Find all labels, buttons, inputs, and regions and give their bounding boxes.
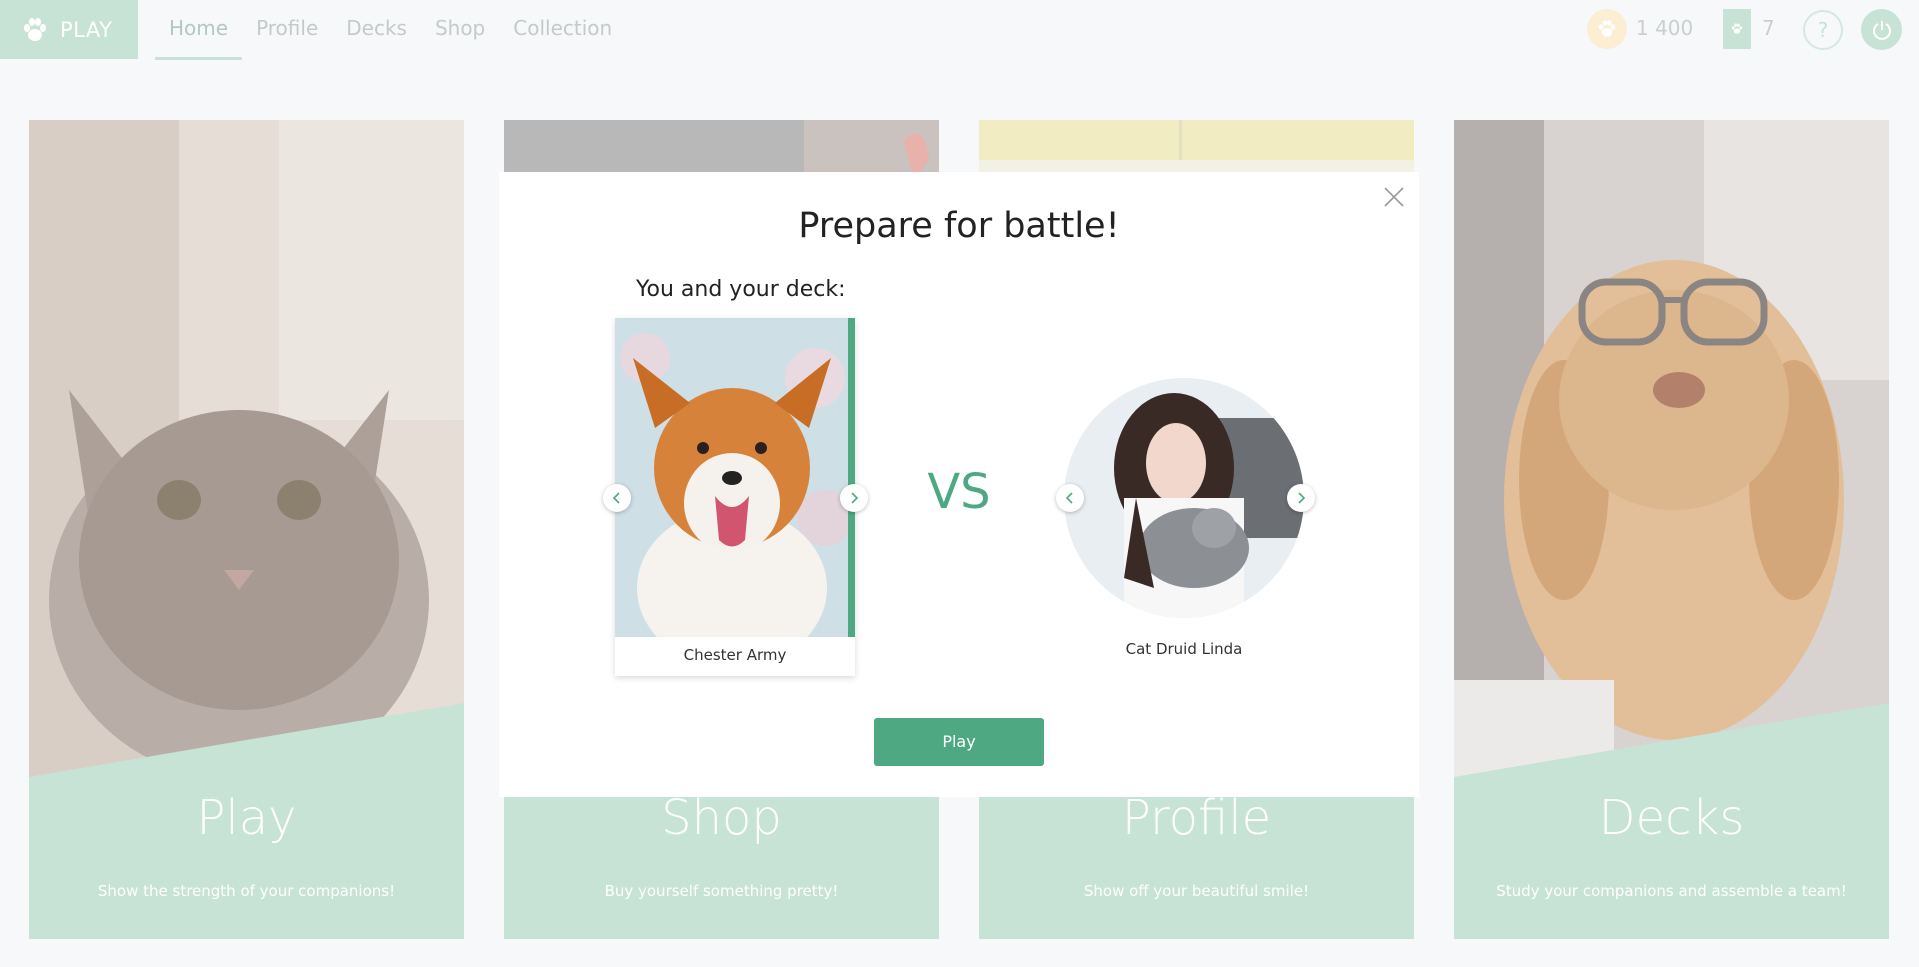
opponent-name: Cat Druid Linda bbox=[1125, 640, 1243, 658]
prepare-battle-modal: Prepare for battle! You and your deck: C… bbox=[499, 172, 1419, 797]
opponent-prev-button[interactable] bbox=[1056, 484, 1084, 512]
chevron-left-icon bbox=[1065, 492, 1073, 504]
close-icon[interactable] bbox=[1383, 186, 1405, 208]
nav-tabs: Home Profile Decks Shop Collection bbox=[155, 0, 626, 60]
tab-collection[interactable]: Collection bbox=[499, 0, 626, 60]
paw-icon bbox=[24, 17, 46, 41]
modal-subtitle: You and your deck: bbox=[636, 277, 846, 302]
brand-label: PLAY bbox=[60, 17, 113, 42]
feature-card-description: Show the strength of your companions! bbox=[97, 882, 396, 900]
question-icon: ? bbox=[1817, 18, 1829, 42]
coin-balance: 1 400 bbox=[1636, 16, 1694, 40]
feature-card-title: Shop bbox=[661, 790, 782, 846]
feature-card-description: Study your companions and assemble a tea… bbox=[1496, 882, 1847, 900]
top-navbar: PLAY Home Profile Decks Shop Collection … bbox=[0, 0, 1919, 60]
woman-with-cat-photo bbox=[1064, 378, 1304, 618]
card-pack-icon bbox=[1723, 9, 1751, 49]
feature-card-title: Profile bbox=[1121, 790, 1272, 846]
opponent-next-button[interactable] bbox=[1287, 484, 1315, 512]
paw-coin-icon bbox=[1587, 9, 1627, 49]
power-icon bbox=[1872, 20, 1891, 40]
logout-button[interactable] bbox=[1861, 9, 1902, 50]
feature-card-description: Show off your beautiful smile! bbox=[1083, 882, 1310, 900]
feature-card-title: Play bbox=[196, 790, 297, 846]
tab-profile[interactable]: Profile bbox=[242, 0, 332, 60]
feature-card-play[interactable]: Play Show the strength of your companion… bbox=[29, 120, 464, 939]
tab-decks[interactable]: Decks bbox=[332, 0, 421, 60]
help-button[interactable]: ? bbox=[1803, 10, 1843, 50]
play-button[interactable]: Play bbox=[874, 718, 1044, 766]
tab-shop[interactable]: Shop bbox=[421, 0, 499, 60]
feature-card-description: Buy yourself something pretty! bbox=[604, 882, 839, 900]
tab-home[interactable]: Home bbox=[155, 0, 243, 60]
feature-card-decks[interactable]: Decks Study your companions and assemble… bbox=[1454, 120, 1889, 939]
feature-card-title: Decks bbox=[1598, 790, 1745, 846]
play-brand-button[interactable]: PLAY bbox=[0, 0, 138, 59]
chevron-right-icon bbox=[1298, 492, 1306, 504]
modal-title: Prepare for battle! bbox=[798, 206, 1120, 246]
opponent-avatar bbox=[1064, 378, 1304, 618]
pack-count: 7 bbox=[1762, 16, 1775, 40]
deck-name: Chester Army bbox=[683, 646, 787, 664]
